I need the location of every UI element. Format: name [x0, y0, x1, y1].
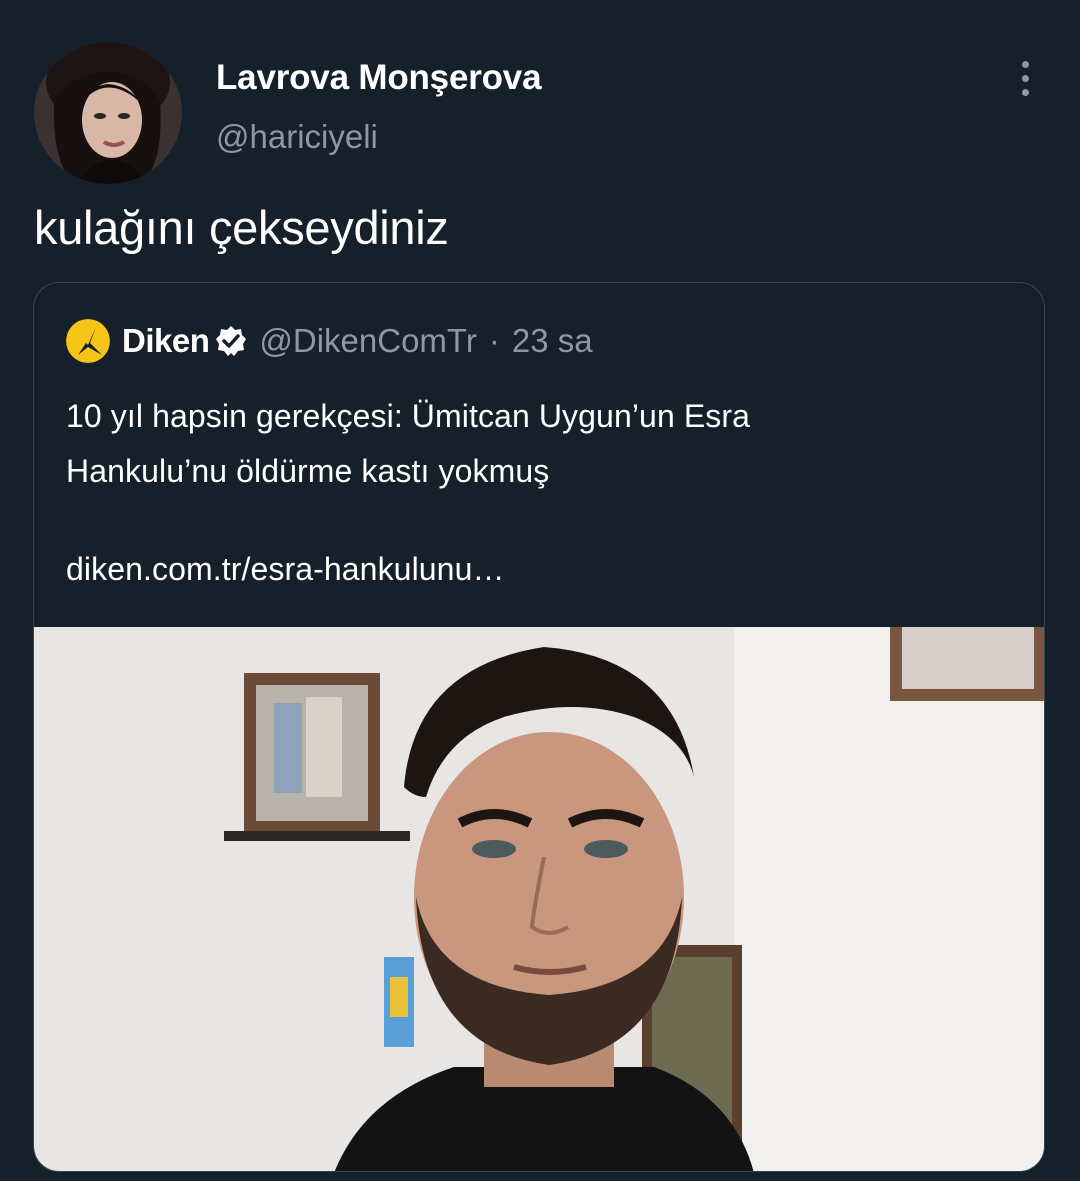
author-avatar[interactable] [34, 42, 182, 184]
verified-badge-icon [216, 326, 247, 356]
quoted-text-line-1: 10 yıl hapsin gerekçesi: Ümitcan Uygun’u… [66, 398, 751, 434]
quoted-link[interactable]: diken.com.tr/esra-hankulunu… [66, 551, 505, 588]
quoted-text-line-2: Hankulu’nu öldürme kastı yokmuş [66, 453, 550, 489]
quoted-timestamp[interactable]: 23 sa [512, 322, 593, 360]
author-handle[interactable]: @hariciyeli [216, 118, 378, 156]
more-options-button[interactable] [1005, 58, 1045, 98]
diken-logo-icon[interactable] [66, 319, 110, 363]
quoted-media-image[interactable] [34, 627, 1044, 1171]
quoted-author-name[interactable]: Diken [122, 322, 210, 360]
tweet-text: kulağını çekseydiniz [34, 201, 449, 254]
quoted-tweet-header: Diken @DikenComTr · 23 sa [66, 319, 593, 363]
author-display-name[interactable]: Lavrova Monşerova [216, 58, 542, 98]
header-separator: · [488, 322, 500, 359]
quoted-author-handle[interactable]: @DikenComTr [259, 322, 476, 360]
quoted-tweet-text: 10 yıl hapsin gerekçesi: Ümitcan Uygun’u… [66, 389, 1006, 499]
quoted-tweet-card[interactable]: Diken @DikenComTr · 23 sa 10 yıl hapsin … [33, 282, 1045, 1172]
more-vertical-icon [1021, 60, 1029, 68]
